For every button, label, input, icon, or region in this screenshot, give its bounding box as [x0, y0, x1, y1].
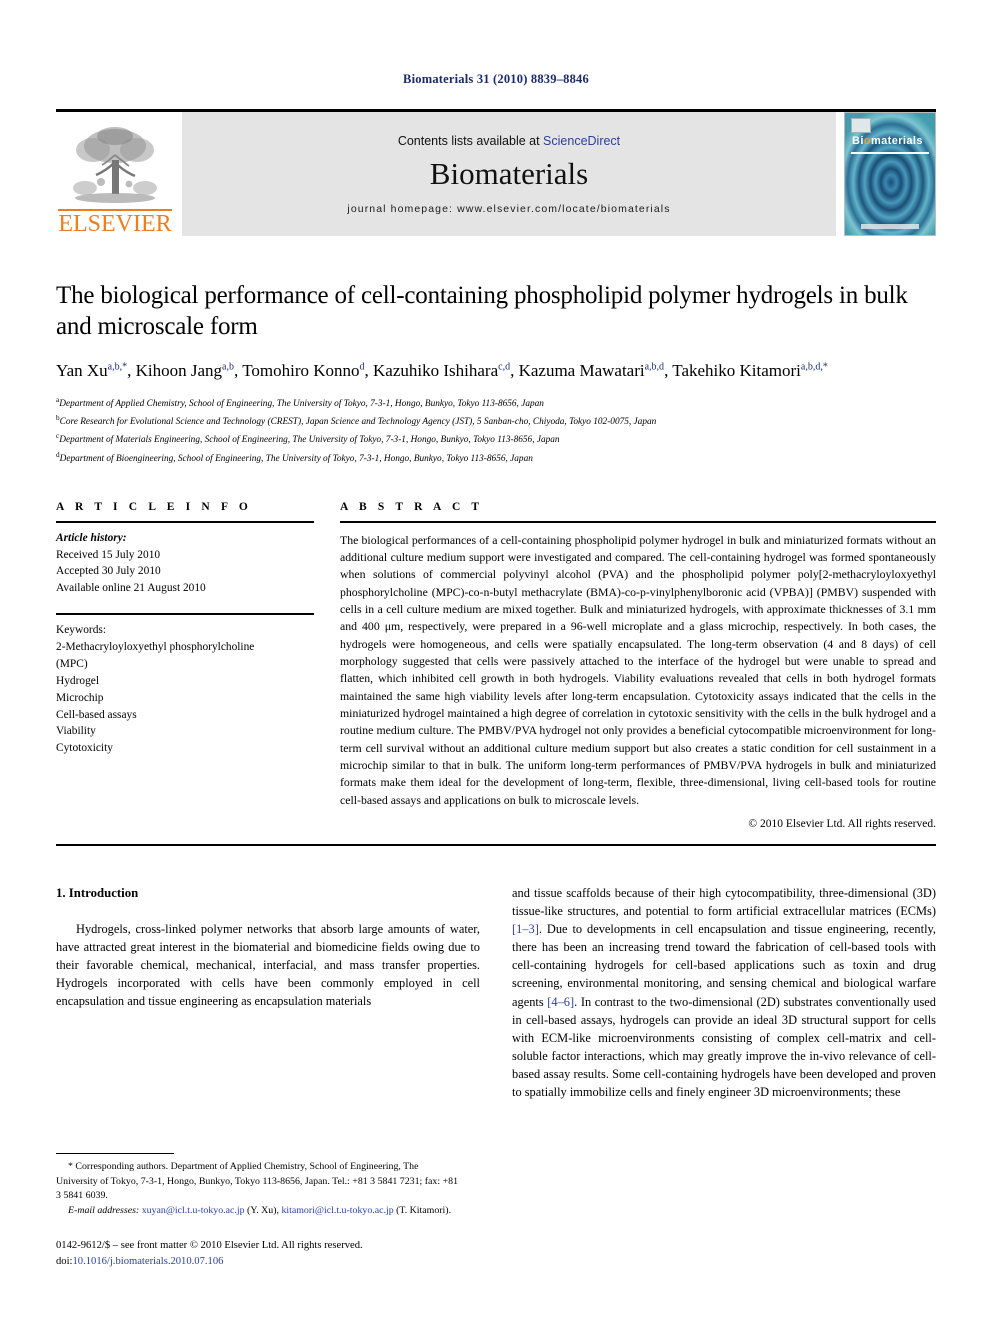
- article-info-column: A R T I C L E I N F O Article history: R…: [56, 501, 314, 830]
- keyword-item: Cell-based assays: [56, 708, 137, 721]
- cover-footer-bar: [861, 224, 919, 229]
- author-name: Kazuhiko Ishihara: [373, 361, 499, 380]
- keyword-item: 2-Methacryloyloxyethyl phosphorylcholine: [56, 641, 255, 654]
- author-affiliation-marker: a,b,d,*: [800, 361, 828, 373]
- author-affiliation-marker: a,b,*: [107, 361, 128, 373]
- introduction-heading: 1. Introduction: [56, 885, 139, 900]
- abstract-text: The biological performances of a cell-co…: [340, 532, 936, 807]
- email-owner-xu: (Y. Xu),: [244, 1204, 282, 1216]
- title-block: The biological performance of cell-conta…: [56, 280, 936, 467]
- introduction-paragraph-left: Hydrogels, cross-linked polymer networks…: [56, 921, 480, 1009]
- abstract-column: A B S T R A C T The biological performan…: [340, 501, 936, 830]
- cover-title: Biomaterials: [852, 135, 923, 147]
- corresponding-author-note: * Corresponding authors. Department of A…: [56, 1161, 459, 1202]
- journal-title: Biomaterials: [429, 155, 589, 191]
- accepted-date: Accepted 30 July 2010: [56, 565, 161, 578]
- affiliation-list: aDepartment of Applied Chemistry, School…: [56, 394, 936, 467]
- affiliation-marker: b: [56, 413, 60, 423]
- affiliation-item: cDepartment of Materials Engineering, Sc…: [56, 431, 560, 446]
- keyword-item: Hydrogel: [56, 674, 100, 687]
- affiliation-item: dDepartment of Bioengineering, School of…: [56, 449, 533, 464]
- doi-label: doi:: [56, 1255, 73, 1267]
- keyword-item: Viability: [56, 725, 96, 738]
- elsevier-wordmark: ELSEVIER: [58, 209, 172, 237]
- author-affiliation-marker: a,b,d: [644, 361, 665, 373]
- abstract-heading: A B S T R A C T: [340, 500, 484, 513]
- author-name: Kazuma Mawatari: [518, 361, 645, 380]
- journal-cover-thumbnail[interactable]: Biomaterials: [844, 112, 936, 236]
- author-affiliation-marker: d: [359, 361, 365, 373]
- body-columns: 1. Introduction Hydrogels, cross-linked …: [56, 884, 936, 1101]
- author-name: Kihoon Jang: [135, 361, 223, 380]
- journal-homepage-link[interactable]: journal homepage: www.elsevier.com/locat…: [347, 203, 670, 215]
- keyword-item: Microchip: [56, 691, 104, 704]
- affiliation-item: bCore Research for Evolutional Science a…: [56, 413, 657, 428]
- author-list: Yan Xua,b,*, Kihoon Janga,b, Tomohiro Ko…: [56, 361, 828, 380]
- introduction-paragraph-right: and tissue scaffolds because of their hi…: [512, 884, 936, 1101]
- doi-link[interactable]: 10.1016/j.biomaterials.2010.07.106: [72, 1256, 223, 1267]
- footnotes-block: * Corresponding authors. Department of A…: [56, 1153, 460, 1269]
- journal-band: Contents lists available at ScienceDirec…: [182, 112, 836, 236]
- page-title: The biological performance of cell-conta…: [56, 282, 908, 340]
- abstract-body: The biological performances of a cell-co…: [340, 523, 936, 809]
- email-label: E-mail addresses:: [68, 1204, 140, 1216]
- issn-front-matter: 0142-9612/$ – see front matter © 2010 El…: [56, 1240, 363, 1252]
- email-owner-kitamori: (T. Kitamori).: [393, 1204, 452, 1216]
- email-link-kitamori[interactable]: kitamori@icl.t.u-tokyo.ac.jp: [281, 1205, 393, 1216]
- journal-masthead: ELSEVIER Contents lists available at Sci…: [56, 109, 936, 236]
- body-column-left: 1. Introduction Hydrogels, cross-linked …: [56, 884, 480, 1101]
- cover-publisher-badge: [851, 118, 871, 133]
- sciencedirect-link[interactable]: ScienceDirect: [543, 134, 620, 148]
- info-abstract-columns: A R T I C L E I N F O Article history: R…: [56, 501, 936, 830]
- email-link-xu[interactable]: xuyan@icl.t.u-tokyo.ac.jp: [142, 1205, 245, 1216]
- article-history-group: Article history: Received 15 July 2010 A…: [56, 523, 314, 598]
- article-history-label: Article history:: [56, 531, 127, 544]
- author-name: Yan Xu: [56, 361, 108, 380]
- affiliation-item: aDepartment of Applied Chemistry, School…: [56, 395, 544, 410]
- running-head: Biomaterials 31 (2010) 8839–8846: [403, 72, 589, 86]
- elsevier-tree-icon: [73, 127, 157, 203]
- footnote-rule: [56, 1153, 174, 1155]
- body-separator: [56, 843, 936, 846]
- keywords-group: Keywords: 2-Methacryloyloxyethyl phospho…: [56, 613, 314, 757]
- affiliation-marker: a: [56, 395, 60, 405]
- citation-link-4-6[interactable]: [4–6]: [547, 995, 574, 1009]
- author-affiliation-marker: a,b: [222, 361, 234, 373]
- contents-prefix: Contents lists available at: [397, 133, 544, 148]
- body-column-right: and tissue scaffolds because of their hi…: [512, 884, 936, 1101]
- article-first-page: Biomaterials 31 (2010) 8839–8846 ELSEVIE…: [0, 0, 992, 1323]
- cover-title-rest: materials: [870, 135, 923, 147]
- affiliation-marker: d: [56, 449, 60, 459]
- cover-title-o: o: [863, 135, 871, 147]
- doi-line: doi:10.1016/j.biomaterials.2010.07.106: [56, 1254, 460, 1269]
- elsevier-logo: ELSEVIER: [56, 112, 174, 236]
- intro-text-1: and tissue scaffolds because of their hi…: [512, 885, 936, 919]
- received-date: Received 15 July 2010: [56, 548, 161, 561]
- author-name: Tomohiro Konno: [242, 361, 360, 380]
- citation-link-1-3[interactable]: [1–3]: [512, 922, 539, 936]
- imprint-block: 0142-9612/$ – see front matter © 2010 El…: [56, 1238, 460, 1269]
- keyword-item: Cytotoxicity: [56, 742, 113, 755]
- keywords-list: 2-Methacryloyloxyethyl phosphorylcholine…: [56, 639, 314, 757]
- copyright-line: © 2010 Elsevier Ltd. All rights reserved…: [748, 817, 936, 830]
- affiliation-marker: c: [56, 431, 60, 441]
- keyword-item: (MPC): [56, 657, 88, 670]
- author-name: Takehiko Kitamori: [672, 361, 801, 380]
- cover-divider: [851, 152, 929, 154]
- intro-text-3: . In contrast to the two-dimensional (2D…: [512, 994, 936, 1100]
- available-online-date: Available online 21 August 2010: [56, 582, 206, 595]
- author-affiliation-marker: c,d: [498, 361, 511, 373]
- email-addresses-note: E-mail addresses: xuyan@icl.t.u-tokyo.ac…: [56, 1204, 460, 1218]
- contents-available-line: Contents lists available at ScienceDirec…: [398, 134, 620, 148]
- article-info-heading: A R T I C L E I N F O: [56, 500, 252, 513]
- keywords-label: Keywords:: [56, 624, 106, 637]
